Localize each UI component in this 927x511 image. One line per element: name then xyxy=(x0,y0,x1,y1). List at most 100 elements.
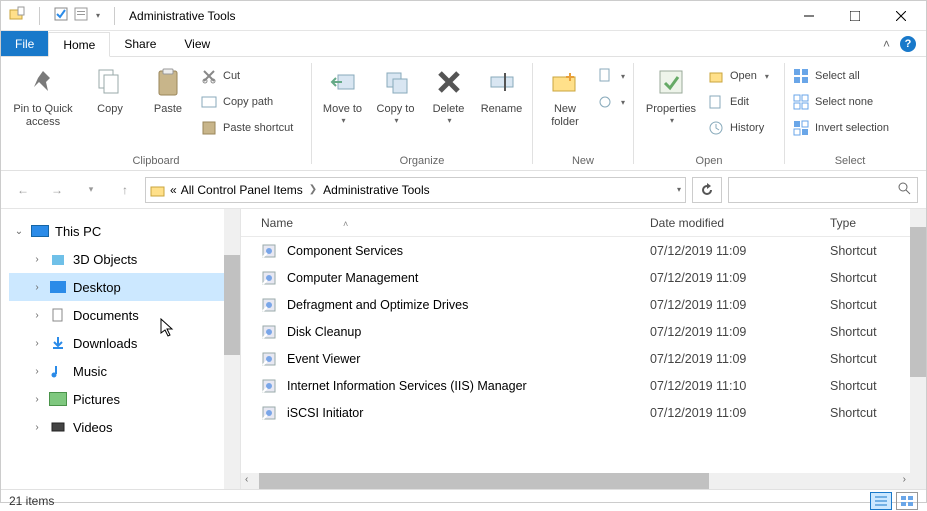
copy-to-button[interactable]: Copy to▾ xyxy=(371,61,420,126)
tree-downloads[interactable]: ›Downloads xyxy=(9,329,240,357)
folder-props-icon[interactable] xyxy=(9,6,25,25)
file-date: 07/12/2019 11:09 xyxy=(650,298,830,312)
rename-button[interactable]: Rename xyxy=(477,61,526,116)
close-button[interactable] xyxy=(878,1,924,31)
move-to-button[interactable]: Move to▾ xyxy=(318,61,367,126)
move-to-icon xyxy=(326,65,360,99)
tree-music[interactable]: ›Music xyxy=(9,357,240,385)
search-icon xyxy=(897,181,911,198)
expand-toggle[interactable]: › xyxy=(31,394,43,405)
file-row[interactable]: Event Viewer07/12/2019 11:09Shortcut xyxy=(261,345,910,372)
file-name: Event Viewer xyxy=(287,352,650,366)
paste-button[interactable]: Paste xyxy=(141,61,195,116)
file-type: Shortcut xyxy=(830,352,910,366)
properties-button[interactable]: Properties▾ xyxy=(640,61,702,126)
content-area: ⌄ This PC ›3D Objects ›Desktop ›Document… xyxy=(1,209,926,489)
recent-locations-button[interactable]: ▾ xyxy=(77,176,105,204)
tab-home[interactable]: Home xyxy=(48,32,110,57)
tree-videos[interactable]: ›Videos xyxy=(9,413,240,441)
paste-shortcut-button[interactable]: Paste shortcut xyxy=(199,117,295,139)
select-none-button[interactable]: Select none xyxy=(791,91,891,113)
tab-share[interactable]: Share xyxy=(110,31,170,56)
expand-toggle[interactable]: ⌄ xyxy=(13,226,25,237)
file-row[interactable]: Defragment and Optimize Drives07/12/2019… xyxy=(261,291,910,318)
history-button[interactable]: History xyxy=(706,117,771,139)
back-button[interactable]: ← xyxy=(9,176,37,204)
select-all-button[interactable]: Select all xyxy=(791,65,891,87)
help-button[interactable]: ? xyxy=(896,32,920,56)
ribbon-collapse-icon[interactable]: ˄ xyxy=(883,37,890,51)
breadcrumb-parent[interactable]: All Control Panel Items xyxy=(181,183,303,197)
tree-documents[interactable]: ›Documents xyxy=(9,301,240,329)
expand-toggle[interactable]: › xyxy=(31,338,43,349)
pictures-icon xyxy=(49,390,67,408)
maximize-button[interactable] xyxy=(832,1,878,31)
large-icons-view-button[interactable] xyxy=(896,492,918,510)
invert-selection-button[interactable]: Invert selection xyxy=(791,117,891,139)
col-type[interactable]: Type xyxy=(830,216,910,230)
edit-button[interactable]: Edit xyxy=(706,91,771,113)
invert-selection-icon xyxy=(793,120,809,136)
file-type: Shortcut xyxy=(830,298,910,312)
new-item-button[interactable]: ▾ xyxy=(595,65,627,87)
expand-toggle[interactable]: › xyxy=(31,310,43,321)
file-name: Disk Cleanup xyxy=(287,325,650,339)
col-date[interactable]: Date modified xyxy=(650,216,830,230)
file-name: Defragment and Optimize Drives xyxy=(287,298,650,312)
tab-view[interactable]: View xyxy=(170,31,224,56)
breadcrumb-current[interactable]: Administrative Tools xyxy=(323,183,430,197)
copy-path-button[interactable]: Copy path xyxy=(199,91,295,113)
new-folder-button[interactable]: New folder xyxy=(539,61,591,129)
refresh-button[interactable] xyxy=(692,177,722,203)
nav-scroll-thumb[interactable] xyxy=(224,255,240,355)
file-row[interactable]: Internet Information Services (IIS) Mana… xyxy=(261,372,910,399)
paste-icon xyxy=(151,65,185,99)
tree-pictures[interactable]: ›Pictures xyxy=(9,385,240,413)
tree-this-pc[interactable]: ⌄ This PC xyxy=(9,217,240,245)
expand-toggle[interactable]: › xyxy=(31,422,43,433)
shortcut-icon xyxy=(261,378,277,394)
forward-button[interactable]: → xyxy=(43,176,71,204)
cut-button[interactable]: Cut xyxy=(199,65,295,87)
list-scroll-thumb-h[interactable] xyxy=(259,473,709,489)
chevron-right-icon[interactable]: ❯ xyxy=(307,184,319,195)
documents-icon xyxy=(49,306,67,324)
expand-toggle[interactable]: › xyxy=(31,254,43,265)
file-row[interactable]: iSCSI Initiator07/12/2019 11:09Shortcut xyxy=(261,399,910,426)
tree-3d-objects[interactable]: ›3D Objects xyxy=(9,245,240,273)
shortcut-icon xyxy=(261,405,277,421)
delete-button[interactable]: Delete▾ xyxy=(424,61,473,126)
pin-quick-access-button[interactable]: Pin to Quick access xyxy=(7,61,79,129)
open-button[interactable]: Open▾ xyxy=(706,65,771,87)
folder-icon xyxy=(150,182,166,198)
qat-caret-icon[interactable]: ▾ xyxy=(96,11,100,20)
tree-desktop[interactable]: ›Desktop xyxy=(9,273,240,301)
address-history-button[interactable]: ▾ xyxy=(677,185,681,194)
tab-file[interactable]: File xyxy=(1,31,48,56)
qat-overflow-icon[interactable] xyxy=(74,7,88,24)
file-row[interactable]: Component Services07/12/2019 11:09Shortc… xyxy=(261,237,910,264)
col-name[interactable]: Name˄ xyxy=(261,216,650,230)
up-button[interactable]: ↑ xyxy=(111,176,139,204)
group-clipboard-label: Clipboard xyxy=(7,153,305,168)
file-date: 07/12/2019 11:09 xyxy=(650,271,830,285)
copy-button[interactable]: Copy xyxy=(83,61,137,116)
checkbox-icon[interactable] xyxy=(54,7,68,24)
group-organize-label: Organize xyxy=(318,153,526,168)
expand-toggle[interactable]: › xyxy=(31,366,43,377)
file-row[interactable]: Disk Cleanup07/12/2019 11:09Shortcut xyxy=(261,318,910,345)
expand-toggle[interactable]: › xyxy=(31,282,43,293)
address-bar[interactable]: « All Control Panel Items ❯ Administrati… xyxy=(145,177,686,203)
title-bar: ▾ Administrative Tools xyxy=(1,1,926,31)
shortcut-icon xyxy=(261,270,277,286)
file-type: Shortcut xyxy=(830,244,910,258)
minimize-button[interactable] xyxy=(786,1,832,31)
search-input[interactable] xyxy=(728,177,918,203)
file-type: Shortcut xyxy=(830,325,910,339)
file-row[interactable]: Computer Management07/12/2019 11:09Short… xyxy=(261,264,910,291)
details-view-button[interactable] xyxy=(870,492,892,510)
file-type: Shortcut xyxy=(830,379,910,393)
breadcrumb-overflow[interactable]: « xyxy=(170,183,177,197)
list-scroll-thumb-v[interactable] xyxy=(910,227,926,377)
easy-access-button[interactable]: ▾ xyxy=(595,91,627,113)
